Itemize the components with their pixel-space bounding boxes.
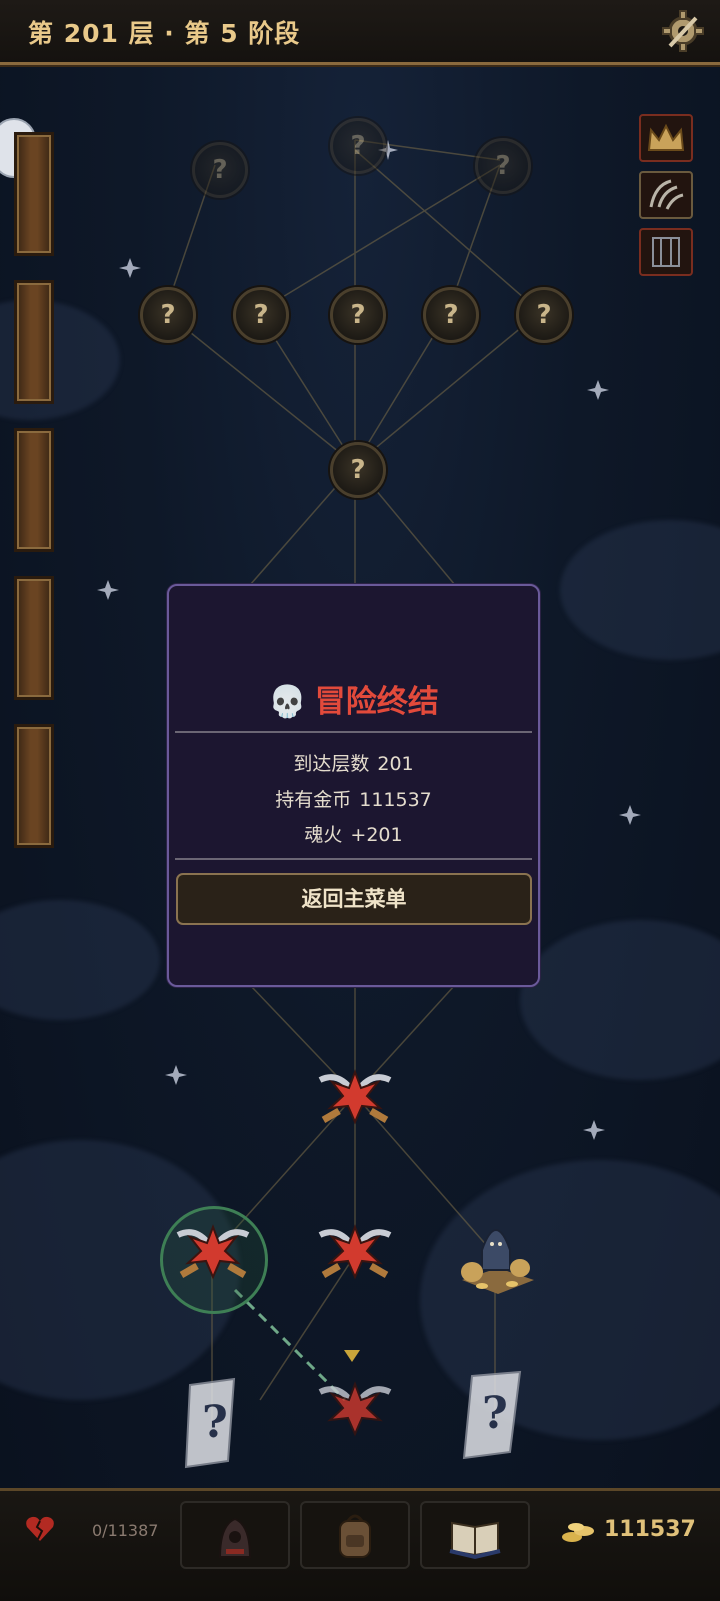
return-main-menu-button[interactable]: 返回主菜单 xyxy=(176,873,532,925)
side-slot[interactable] xyxy=(14,576,54,700)
unknown-node-icon: ? xyxy=(350,300,366,330)
side-slot[interactable] xyxy=(14,132,54,256)
side-slot[interactable] xyxy=(14,428,54,552)
map-node-event[interactable]: ? xyxy=(458,1368,528,1463)
map-node-battle[interactable] xyxy=(310,1372,400,1447)
stat-floor: 到达层数 201 xyxy=(169,749,538,776)
crossed-swords-icon xyxy=(318,1069,392,1125)
game-over-dialog: 💀 冒险终结 到达层数 201 持有金币 111537 魂火 +201 返回主菜单 xyxy=(167,584,540,987)
stat-soulfire: 魂火 +201 xyxy=(169,820,538,847)
crossed-swords-icon xyxy=(176,1224,250,1280)
stat-label: 到达层数 xyxy=(293,753,370,775)
stat-value: 201 xyxy=(377,753,414,775)
stat-value: 111537 xyxy=(359,789,432,811)
unknown-node-icon: ? xyxy=(253,300,269,330)
stat-value: +201 xyxy=(350,824,403,846)
map-node-event[interactable]: ? xyxy=(180,1375,244,1470)
character-button[interactable] xyxy=(180,1501,290,1569)
relic-slot[interactable] xyxy=(639,228,693,276)
crown-icon xyxy=(647,123,685,151)
map-node-unknown[interactable]: ? xyxy=(423,287,479,343)
claw-icon xyxy=(649,179,684,210)
map-node-unknown[interactable]: ? xyxy=(516,287,572,343)
unknown-node-icon: ? xyxy=(495,151,511,181)
codex-button[interactable] xyxy=(420,1501,530,1569)
side-slot[interactable] xyxy=(14,724,54,848)
relic-slot[interactable] xyxy=(639,171,693,219)
gate-icon xyxy=(652,237,680,267)
skull-icon: 💀 xyxy=(268,684,307,720)
stat-label: 魂火 xyxy=(304,824,343,846)
game-stage: ? ? ? ? ? ? ? ? ? ? ? 第 201 层 · 第 5 阶段 💀… xyxy=(0,0,720,1601)
unknown-node-icon: ? xyxy=(212,155,228,185)
gold-coins-icon xyxy=(562,1523,594,1542)
map-node-unknown[interactable]: ? xyxy=(330,287,386,343)
map-node-unknown[interactable]: ? xyxy=(233,287,289,343)
map-node-battle[interactable] xyxy=(310,1060,400,1135)
unknown-node-icon: ? xyxy=(160,300,176,330)
map-node-unknown[interactable]: ? xyxy=(475,138,531,194)
map-node-battle[interactable] xyxy=(168,1215,258,1290)
merchant-icon xyxy=(461,1229,534,1294)
scroll-event-icon: ? xyxy=(462,1370,522,1460)
svg-text:?: ? xyxy=(482,1388,508,1439)
inventory-button[interactable] xyxy=(300,1501,410,1569)
dialog-title-text: 冒险终结 xyxy=(314,684,439,720)
side-slot[interactable] xyxy=(14,280,54,404)
broken-heart-icon xyxy=(26,1516,54,1541)
crossed-swords-icon xyxy=(318,1381,392,1437)
top-bar: 第 201 层 · 第 5 阶段 xyxy=(0,0,720,65)
backpack-icon xyxy=(339,1514,371,1558)
crossed-swords-icon xyxy=(318,1224,392,1280)
relic-slot[interactable] xyxy=(639,114,693,162)
hp-counter: 0/11387 xyxy=(92,1521,159,1540)
bottom-bar: 0/11387 111537 xyxy=(0,1488,720,1601)
book-icon xyxy=(449,1521,501,1560)
settings-gear-icon[interactable] xyxy=(660,8,706,54)
stat-gold: 持有金币 111537 xyxy=(169,785,538,812)
map-node-unknown[interactable]: ? xyxy=(192,142,248,198)
unknown-node-icon: ? xyxy=(350,131,366,161)
map-node-unknown[interactable]: ? xyxy=(330,442,386,498)
svg-text:?: ? xyxy=(202,1397,228,1448)
floor-stage-title: 第 201 层 · 第 5 阶段 xyxy=(28,19,301,48)
gold-counter: 111537 xyxy=(604,1517,696,1542)
unknown-node-icon: ? xyxy=(350,455,366,485)
stat-label: 持有金币 xyxy=(275,789,352,811)
map-node-merchant[interactable] xyxy=(452,1210,544,1300)
hooded-figure-icon xyxy=(218,1517,252,1558)
map-node-unknown[interactable]: ? xyxy=(330,118,386,174)
scroll-event-icon: ? xyxy=(184,1377,236,1469)
dialog-title: 💀 冒险终结 xyxy=(169,676,538,721)
map-node-unknown[interactable]: ? xyxy=(140,287,196,343)
divider xyxy=(175,731,532,733)
map-node-battle[interactable] xyxy=(310,1215,400,1290)
unknown-node-icon: ? xyxy=(443,300,459,330)
unknown-node-icon: ? xyxy=(536,300,552,330)
divider xyxy=(175,858,532,860)
